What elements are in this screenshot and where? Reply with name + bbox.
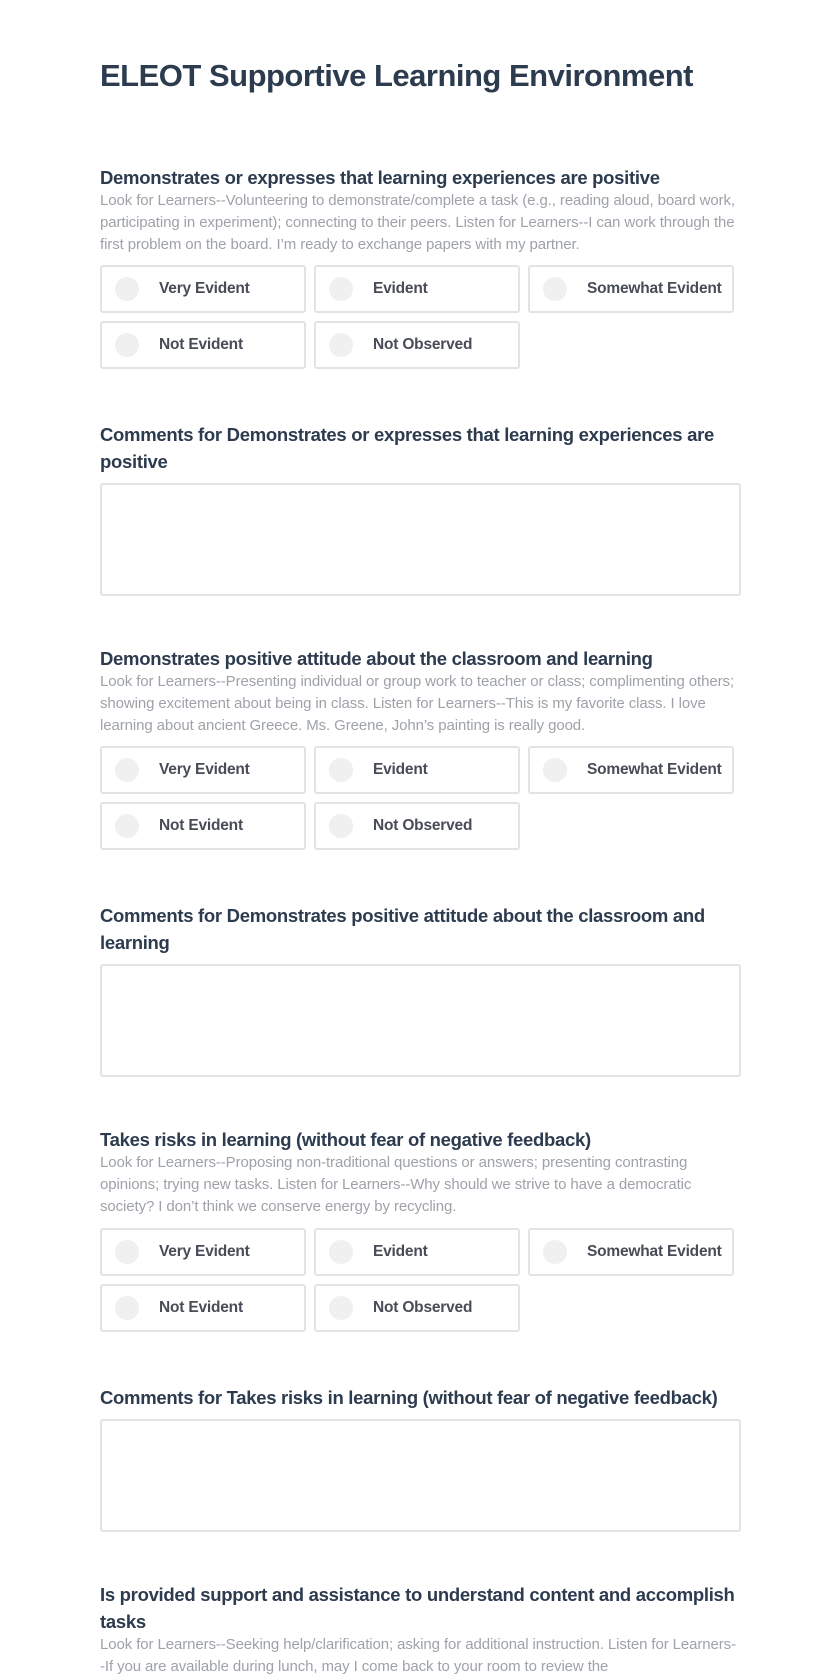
question-title: Demonstrates positive attitude about the…: [100, 648, 653, 669]
option-very-evident[interactable]: Very Evident: [100, 1228, 306, 1276]
radio-circle-icon[interactable]: [115, 277, 139, 301]
option-label: Not Evident: [159, 336, 243, 353]
comment-textarea[interactable]: [100, 483, 741, 596]
radio-circle-icon[interactable]: [115, 333, 139, 357]
question-description: Look for Learners--Volunteering to demon…: [100, 192, 735, 253]
option-label: Very Evident: [159, 1243, 250, 1260]
option-not-evident[interactable]: Not Evident: [100, 802, 306, 850]
radio-circle-icon[interactable]: [543, 1240, 567, 1264]
question-title: Is provided support and assistance to un…: [100, 1584, 735, 1632]
question-title: Demonstrates or expresses that learning …: [100, 167, 660, 188]
option-not-observed[interactable]: Not Observed: [314, 321, 520, 369]
option-label: Evident: [373, 280, 428, 297]
option-somewhat-evident[interactable]: Somewhat Evident: [528, 1228, 734, 1276]
radio-circle-icon[interactable]: [329, 333, 353, 357]
option-label: Evident: [373, 1243, 428, 1260]
question-title: Takes risks in learning (without fear of…: [100, 1129, 591, 1150]
option-evident[interactable]: Evident: [314, 265, 520, 313]
question-description: Look for Learners--Presenting individual…: [100, 673, 734, 734]
option-label: Very Evident: [159, 761, 250, 778]
radio-circle-icon[interactable]: [115, 1296, 139, 1320]
option-not-evident[interactable]: Not Evident: [100, 321, 306, 369]
comment-label: Comments for Takes risks in learning (wi…: [100, 1387, 718, 1408]
comment-textarea[interactable]: [100, 1419, 741, 1532]
option-not-observed[interactable]: Not Observed: [314, 802, 520, 850]
option-label: Somewhat Evident: [587, 761, 722, 778]
option-somewhat-evident[interactable]: Somewhat Evident: [528, 265, 734, 313]
option-label: Not Observed: [373, 1299, 473, 1316]
radio-circle-icon[interactable]: [329, 277, 353, 301]
radio-circle-icon[interactable]: [329, 758, 353, 782]
radio-circle-icon[interactable]: [115, 814, 139, 838]
radio-circle-icon[interactable]: [543, 277, 567, 301]
question-description: Look for Learners--Seeking help/clarific…: [100, 1636, 736, 1675]
radio-circle-icon[interactable]: [329, 1296, 353, 1320]
page-title: ELEOT Supportive Learning Environment: [100, 58, 693, 93]
option-evident[interactable]: Evident: [314, 746, 520, 794]
option-not-evident[interactable]: Not Evident: [100, 1284, 306, 1332]
option-label: Not Observed: [373, 817, 473, 834]
option-somewhat-evident[interactable]: Somewhat Evident: [528, 746, 734, 794]
option-label: Very Evident: [159, 280, 250, 297]
radio-circle-icon[interactable]: [329, 814, 353, 838]
radio-circle-icon[interactable]: [115, 1240, 139, 1264]
option-evident[interactable]: Evident: [314, 1228, 520, 1276]
question-description: Look for Learners--Proposing non-traditi…: [100, 1154, 692, 1215]
comment-textarea[interactable]: [100, 964, 741, 1077]
option-very-evident[interactable]: Very Evident: [100, 746, 306, 794]
option-label: Not Observed: [373, 336, 473, 353]
option-label: Evident: [373, 761, 428, 778]
radio-circle-icon[interactable]: [329, 1240, 353, 1264]
option-not-observed[interactable]: Not Observed: [314, 1284, 520, 1332]
comment-label: Comments for Demonstrates positive attit…: [100, 905, 705, 953]
option-label: Not Evident: [159, 817, 243, 834]
comment-label: Comments for Demonstrates or expresses t…: [100, 424, 714, 472]
option-very-evident[interactable]: Very Evident: [100, 265, 306, 313]
radio-circle-icon[interactable]: [115, 758, 139, 782]
option-label: Somewhat Evident: [587, 1243, 722, 1260]
option-label: Not Evident: [159, 1299, 243, 1316]
option-label: Somewhat Evident: [587, 280, 722, 297]
radio-circle-icon[interactable]: [543, 758, 567, 782]
